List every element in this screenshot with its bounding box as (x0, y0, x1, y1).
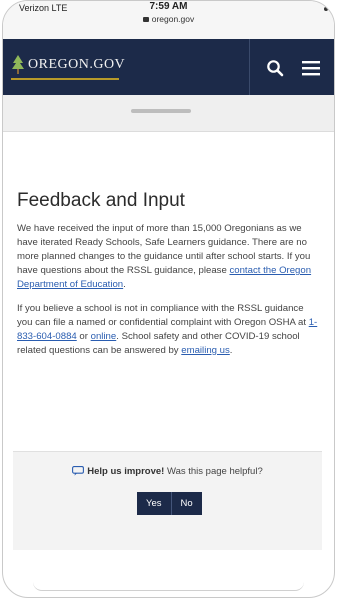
feedback-prompt: Help us improve! Was this page helpful? (13, 466, 322, 477)
menu-icon (302, 61, 320, 76)
compliance-text: If you believe a school is not in compli… (17, 303, 309, 328)
battery-icon (324, 7, 328, 11)
url-text: oregon.gov (151, 14, 195, 24)
no-button[interactable]: No (170, 492, 202, 515)
phone-bottom-edge (33, 582, 304, 591)
search-icon (267, 60, 284, 77)
email-link[interactable]: emailing us (181, 345, 230, 356)
menu-button[interactable] (299, 56, 323, 80)
feedback-widget: Help us improve! Was this page helpful? … (13, 451, 322, 550)
feedback-question: Was this page helpful? (164, 466, 263, 477)
collapsed-panel (3, 95, 334, 132)
online-link[interactable]: online (91, 331, 117, 342)
feedback-strong: Help us improve! (87, 466, 165, 477)
address-bar[interactable]: oregon.gov (3, 14, 334, 24)
chat-icon (72, 466, 85, 477)
yes-button[interactable]: Yes (137, 492, 171, 515)
panel-handle[interactable] (131, 109, 191, 113)
phone-frame: Verizon LTE 7:59 AM oregon.gov OREGON.GO… (2, 0, 335, 598)
feedback-buttons: Yes No (137, 492, 202, 515)
or-text: or (76, 331, 91, 342)
main-content: Feedback and Input We have received the … (3, 190, 334, 358)
compliance-paragraph: If you believe a school is not in compli… (17, 302, 320, 358)
intro-end: . (123, 279, 126, 290)
page-title: Feedback and Input (17, 190, 185, 211)
search-button[interactable] (263, 56, 287, 80)
tree-logo-icon (12, 55, 24, 74)
status-bar: Verizon LTE 7:59 AM oregon.gov (3, 1, 334, 39)
status-time: 7:59 AM (149, 1, 188, 12)
compliance-end: . (229, 345, 233, 356)
site-logo[interactable]: OREGON.GOV (11, 55, 125, 75)
site-header: OREGON.GOV (3, 39, 334, 95)
intro-paragraph: We have received the input of more than … (17, 222, 320, 292)
lock-icon (142, 17, 149, 23)
header-divider (249, 39, 250, 95)
logo-text: OREGON.GOV (28, 57, 126, 72)
logo-underline (11, 78, 119, 80)
